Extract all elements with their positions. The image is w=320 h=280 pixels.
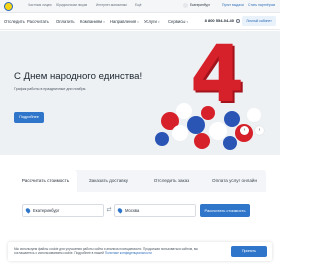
hero-more-button[interactable]: Подробнее bbox=[14, 112, 44, 123]
nav-item-calculate[interactable]: Рассчитать bbox=[27, 19, 49, 24]
top-link-individuals[interactable]: Частным лицам bbox=[28, 3, 52, 7]
top-link-more[interactable]: Ещё bbox=[135, 3, 142, 7]
carousel-prev-button[interactable]: ‹ bbox=[240, 126, 249, 135]
hero-banner: С Днем народного единства! График работы… bbox=[0, 31, 280, 155]
service-tabs: Рассчитать стоимость Заказать доставку О… bbox=[14, 170, 266, 192]
hero-title: С Днем народного единства! bbox=[14, 71, 143, 82]
nav-item-services-label: Услуги bbox=[144, 19, 157, 24]
top-utility-bar: Частным лицам Юридическим лицам Интернет… bbox=[0, 0, 280, 13]
to-city-field[interactable]: Москва bbox=[114, 204, 196, 217]
search-icon[interactable] bbox=[236, 19, 240, 23]
tab-pay-online[interactable]: Оплата услуг онлайн bbox=[203, 170, 266, 192]
nav-item-tools[interactable]: Сервисы ▾ bbox=[168, 19, 188, 24]
main-navigation: Отследить Рассчитать Оплатить Компаниям … bbox=[0, 13, 280, 30]
account-button[interactable]: Личный кабинет bbox=[242, 16, 276, 26]
carousel-next-button[interactable]: › bbox=[255, 126, 264, 135]
top-link-shops[interactable]: Интернет-магазинам bbox=[96, 3, 127, 7]
city-selector[interactable]: Екатеринбург bbox=[190, 3, 210, 7]
nav-item-pay[interactable]: Оплатить bbox=[56, 19, 75, 24]
chevron-down-icon: ▾ bbox=[103, 20, 105, 24]
nav-item-track[interactable]: Отследить bbox=[4, 19, 25, 24]
company-logo[interactable] bbox=[4, 2, 13, 11]
tab-calculate[interactable]: Рассчитать стоимость bbox=[14, 170, 77, 192]
location-icon bbox=[183, 3, 188, 8]
chevron-down-icon: ▾ bbox=[137, 20, 139, 24]
top-link-partner[interactable]: Стать партнёром bbox=[248, 3, 275, 7]
phone-number[interactable]: 8 800 554-04-40 bbox=[205, 18, 234, 23]
privacy-policy-link[interactable]: Политике конфиденциальности bbox=[105, 251, 152, 255]
cookie-text: Мы используем файлы cookie для улучшения… bbox=[14, 247, 214, 255]
nav-item-directions-label: Направления bbox=[110, 19, 137, 24]
cookie-banner: Мы используем файлы cookie для улучшения… bbox=[8, 242, 272, 261]
from-city-field[interactable]: Екатеринбург bbox=[22, 204, 104, 217]
top-link-business[interactable]: Юридическим лицам bbox=[56, 3, 87, 7]
cost-calculator: Екатеринбург ⇄ Москва Рассчитать стоимос… bbox=[14, 192, 266, 232]
nav-item-companies[interactable]: Компаниям ▾ bbox=[80, 19, 105, 24]
chevron-down-icon: ▾ bbox=[186, 20, 189, 24]
number-four-balloon: 4 bbox=[190, 31, 245, 120]
nav-item-companies-label: Компаниям bbox=[80, 19, 103, 24]
top-link-pickup[interactable]: Пункт выдачи bbox=[222, 3, 244, 7]
map-pin-icon bbox=[24, 207, 32, 214]
nav-item-tools-label: Сервисы bbox=[168, 19, 186, 24]
from-city-value: Екатеринбург bbox=[33, 208, 60, 213]
nav-item-directions[interactable]: Направления ▾ bbox=[110, 19, 139, 24]
tab-track-order[interactable]: Отследить заказ bbox=[140, 170, 203, 192]
nav-item-services[interactable]: Услуги ▾ bbox=[144, 19, 160, 24]
tab-order-delivery[interactable]: Заказать доставку bbox=[77, 170, 140, 192]
accept-cookies-button[interactable]: Принять bbox=[231, 246, 267, 257]
hero-subtitle: График работы в праздничные дни ноября. bbox=[14, 87, 87, 91]
swap-cities-icon[interactable]: ⇄ bbox=[105, 204, 113, 217]
calculate-cost-button[interactable]: Рассчитать стоимость bbox=[200, 204, 250, 217]
to-city-value: Москва bbox=[125, 208, 140, 213]
chevron-down-icon: ▾ bbox=[158, 20, 160, 24]
map-pin-icon bbox=[116, 207, 124, 214]
